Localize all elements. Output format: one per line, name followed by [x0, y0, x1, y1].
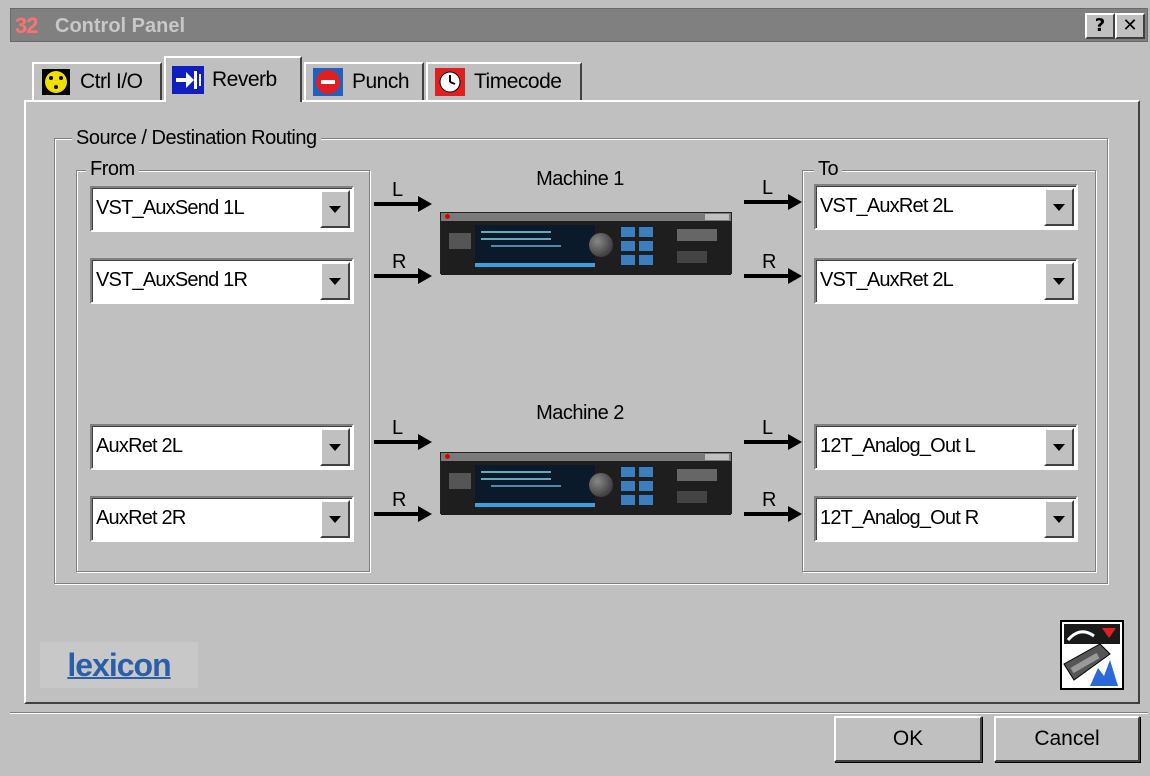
- select-value: VST_AuxRet 2L: [820, 269, 954, 291]
- machine2-input-right-arrow: R: [374, 490, 432, 530]
- select-value: VST_AuxSend 1R: [96, 269, 248, 291]
- machine2-input-left-arrow: L: [374, 418, 432, 458]
- arrow-head-icon: [788, 506, 802, 522]
- select-value: 12T_Analog_Out L: [820, 435, 976, 457]
- channel-label: R: [762, 489, 777, 511]
- app-logo-icon: 32: [15, 13, 38, 38]
- arrow-line: [744, 440, 792, 444]
- select-value: VST_AuxRet 2L: [820, 195, 954, 217]
- arrow-head-icon: [418, 268, 432, 284]
- machine1-input-right-arrow: R: [374, 252, 432, 292]
- tab-punch[interactable]: Punch: [304, 62, 424, 100]
- select-value: VST_AuxSend 1L: [96, 197, 245, 219]
- arrow-line: [374, 202, 422, 206]
- channel-label: R: [762, 251, 777, 273]
- machine2-source-left-select[interactable]: AuxRet 2L: [90, 424, 354, 470]
- mixer-icon[interactable]: [1060, 620, 1124, 690]
- machine2-output-right-arrow: R: [744, 490, 802, 530]
- channel-label: R: [392, 251, 407, 273]
- cancel-button[interactable]: Cancel: [994, 716, 1140, 762]
- routing-group-label: Source / Destination Routing: [72, 127, 321, 149]
- ctrl-io-icon: [40, 68, 72, 96]
- reverb-icon: [172, 66, 204, 94]
- tab-reverb[interactable]: Reverb: [164, 56, 302, 102]
- arrow-head-icon: [788, 434, 802, 450]
- arrow-line: [744, 200, 792, 204]
- chevron-down-icon[interactable]: [1044, 188, 1074, 226]
- chevron-down-icon[interactable]: [1044, 428, 1074, 466]
- machine2-dest-left-select[interactable]: 12T_Analog_Out L: [814, 424, 1078, 470]
- chevron-down-icon[interactable]: [320, 190, 350, 228]
- chevron-down-icon[interactable]: [1044, 500, 1074, 538]
- machine1-device-image[interactable]: [440, 212, 732, 275]
- arrow-head-icon: [788, 268, 802, 284]
- tab-label: Reverb: [212, 68, 277, 91]
- lexicon-logo: lexicon: [40, 642, 198, 688]
- button-bar-separator: [10, 712, 1148, 714]
- arrow-line: [744, 512, 792, 516]
- arrow-line: [374, 512, 422, 516]
- machine2-source-right-select[interactable]: AuxRet 2R: [90, 496, 354, 542]
- help-button[interactable]: ?: [1085, 13, 1115, 39]
- tab-timecode[interactable]: Timecode: [426, 62, 582, 100]
- from-group-label: From: [86, 158, 139, 180]
- machine1-source-left-select[interactable]: VST_AuxSend 1L: [90, 186, 354, 232]
- channel-label: L: [762, 177, 774, 199]
- arrow-head-icon: [418, 506, 432, 522]
- title-bar: 32 Control Panel ? ✕: [10, 8, 1148, 42]
- machine2-output-left-arrow: L: [744, 418, 802, 458]
- select-value: 12T_Analog_Out R: [820, 507, 979, 529]
- machine2-dest-right-select[interactable]: 12T_Analog_Out R: [814, 496, 1078, 542]
- tab-label: Ctrl I/O: [80, 70, 143, 93]
- machine1-label: Machine 1: [536, 168, 624, 190]
- tab-ctrl-io[interactable]: Ctrl I/O: [32, 62, 162, 100]
- machine1-output-right-arrow: R: [744, 252, 802, 292]
- select-value: AuxRet 2L: [96, 435, 183, 457]
- to-group-label: To: [814, 158, 843, 180]
- arrow-line: [374, 440, 422, 444]
- machine1-input-left-arrow: L: [374, 180, 432, 220]
- machine1-output-left-arrow: L: [744, 178, 802, 218]
- channel-label: R: [392, 489, 407, 511]
- channel-label: L: [392, 179, 404, 201]
- machine1-dest-right-select[interactable]: VST_AuxRet 2L: [814, 258, 1078, 304]
- chevron-down-icon[interactable]: [320, 500, 350, 538]
- tab-label: Timecode: [474, 70, 562, 93]
- chevron-down-icon[interactable]: [320, 262, 350, 300]
- machine2-device-image[interactable]: [440, 452, 732, 515]
- timecode-icon: [434, 68, 466, 96]
- arrow-head-icon: [418, 434, 432, 450]
- window-title: Control Panel: [55, 15, 186, 37]
- machine1-source-right-select[interactable]: VST_AuxSend 1R: [90, 258, 354, 304]
- select-value: AuxRet 2R: [96, 507, 186, 529]
- channel-label: L: [392, 417, 404, 439]
- channel-label: L: [762, 417, 774, 439]
- arrow-line: [744, 274, 792, 278]
- machine2-label: Machine 2: [536, 402, 624, 424]
- close-button[interactable]: ✕: [1115, 13, 1145, 39]
- chevron-down-icon[interactable]: [320, 428, 350, 466]
- arrow-head-icon: [418, 196, 432, 212]
- tab-label: Punch: [352, 70, 410, 93]
- machine1-dest-left-select[interactable]: VST_AuxRet 2L: [814, 184, 1078, 230]
- arrow-head-icon: [788, 194, 802, 210]
- punch-icon: [312, 68, 344, 96]
- arrow-line: [374, 274, 422, 278]
- ok-button[interactable]: OK: [834, 716, 982, 762]
- chevron-down-icon[interactable]: [1044, 262, 1074, 300]
